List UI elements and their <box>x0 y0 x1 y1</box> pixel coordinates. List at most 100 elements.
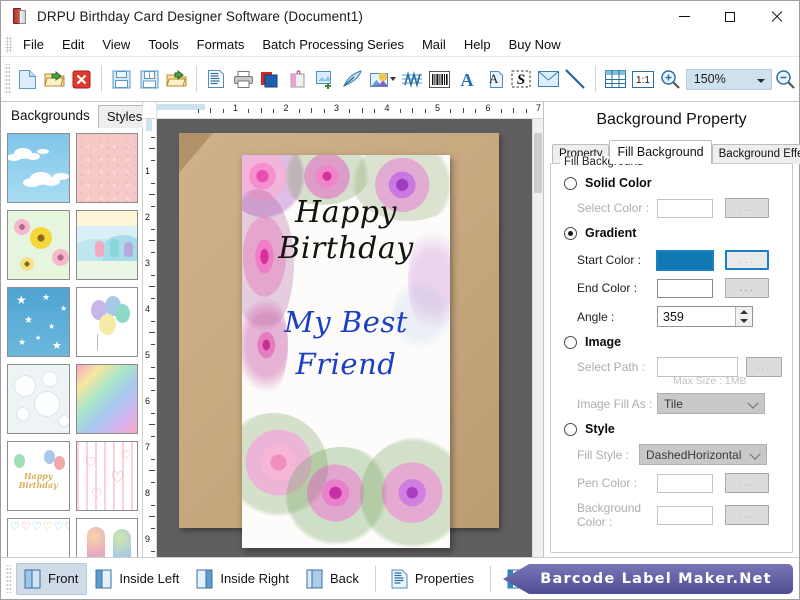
view-button-back[interactable]: Back <box>298 563 368 595</box>
text-button[interactable]: A <box>453 63 480 95</box>
zoom-in-button[interactable] <box>657 63 684 95</box>
tab-background-effects[interactable]: Background Effects <box>711 144 800 164</box>
scrollbar-thumb[interactable] <box>534 133 542 193</box>
fill-style-combobox[interactable]: DashedHorizontal <box>639 444 767 465</box>
menu-item-buy-now[interactable]: Buy Now <box>500 34 570 55</box>
main-body: Backgrounds Styles ★ ★ ★ ★ ★ ★ ★ ★ Happy… <box>1 102 800 557</box>
thumbnail-bubbles[interactable] <box>7 364 70 434</box>
greeting-card[interactable]: Happy Birthday My Best Friend <box>242 155 450 548</box>
save-as-button[interactable]: I <box>135 63 162 95</box>
menu-item-view[interactable]: View <box>93 34 139 55</box>
envelope-button[interactable] <box>535 63 562 95</box>
end-color-swatch[interactable] <box>657 278 713 298</box>
view-button-inside-right[interactable]: Inside Right <box>188 563 298 595</box>
signature-button[interactable] <box>398 63 425 95</box>
thumbnail-balloon-bunch[interactable] <box>75 518 138 557</box>
print-button[interactable] <box>230 63 257 95</box>
select-path-browse-button[interactable]: ... <box>746 357 782 377</box>
solid-color-option-row[interactable]: Solid Color <box>561 176 782 190</box>
minimize-button[interactable] <box>661 1 707 32</box>
tab-fill-background[interactable]: Fill Background <box>609 140 712 164</box>
view-button-front[interactable]: Front <box>16 562 88 595</box>
close-document-icon <box>72 70 91 89</box>
menu-item-batch-processing-series[interactable]: Batch Processing Series <box>253 34 413 55</box>
save-button[interactable] <box>108 63 135 95</box>
menu-item-formats[interactable]: Formats <box>188 34 254 55</box>
page-setup-button[interactable] <box>203 63 230 95</box>
picture-shape-button[interactable] <box>366 63 393 95</box>
grid-button[interactable] <box>602 63 629 95</box>
line-tool-button[interactable] <box>562 63 589 95</box>
image-radio[interactable] <box>564 335 577 349</box>
angle-decrement-button[interactable] <box>736 316 752 326</box>
thumbnail-stars[interactable]: ★ ★ ★ ★ ★ ★ ★ ★ <box>7 287 70 357</box>
background-color-swatch[interactable] <box>657 505 713 525</box>
style-option-row[interactable]: Style <box>561 422 782 436</box>
new-document-button[interactable] <box>14 63 41 95</box>
pen-color-swatch[interactable] <box>657 473 713 493</box>
select-path-input[interactable] <box>657 357 738 377</box>
card-stack-button[interactable] <box>257 63 284 95</box>
thumbnail-flowers[interactable] <box>7 210 70 280</box>
barcode-button[interactable] <box>426 63 453 95</box>
tab-backgrounds[interactable]: Backgrounds <box>5 104 96 128</box>
end-color-browse-button[interactable]: ... <box>725 278 769 298</box>
menu-item-edit[interactable]: Edit <box>53 34 93 55</box>
start-color-swatch[interactable] <box>656 249 714 271</box>
angle-value: 359 <box>663 309 684 324</box>
thumbnail-clouds[interactable] <box>7 133 70 203</box>
menu-item-tools[interactable]: Tools <box>139 34 187 55</box>
menu-drag-handle[interactable] <box>5 35 12 53</box>
ruler-label-vertical: 6 <box>145 396 151 406</box>
angle-spinner[interactable]: 359 <box>657 306 753 327</box>
thumbnail-balloons[interactable] <box>75 287 138 357</box>
start-color-browse-button[interactable]: ... <box>725 250 769 270</box>
gradient-option-row[interactable]: Gradient <box>561 226 782 240</box>
menu-item-help[interactable]: Help <box>455 34 500 55</box>
gift-box-button[interactable] <box>285 63 312 95</box>
style-radio[interactable] <box>564 422 577 436</box>
angle-label: Angle : <box>577 309 615 324</box>
zoom-out-button[interactable] <box>772 63 799 95</box>
toolbar-drag-handle[interactable] <box>4 64 11 94</box>
close-document-button[interactable] <box>68 63 95 95</box>
thumbnail-pink-texture[interactable] <box>75 133 138 203</box>
zoom-level-combobox[interactable]: 150% <box>685 68 772 90</box>
canvas-vertical-scrollbar[interactable] <box>532 119 543 557</box>
solid-color-radio[interactable] <box>564 176 577 190</box>
close-button[interactable] <box>753 1 799 32</box>
text-document-button[interactable]: A <box>480 63 507 95</box>
insert-image-button[interactable] <box>312 63 339 95</box>
pen-color-browse-button[interactable]: ... <box>725 473 769 493</box>
thumbnail-hearts-pattern[interactable]: ♡♡♡♡♡♡♡♡♡♡♡♡♡♡♡♡♡♡♡♡♡♡♡♡♡♡♡♡♡ <box>7 518 70 557</box>
text-icon: A <box>458 70 476 89</box>
background-color-browse-button[interactable]: ... <box>725 505 769 525</box>
image-option-row[interactable]: Image <box>561 335 782 349</box>
solid-color-browse-button[interactable]: ... <box>725 198 769 218</box>
open-folder-button[interactable] <box>41 63 68 95</box>
thumbnail-rainbow[interactable] <box>75 364 138 434</box>
menu-item-mail[interactable]: Mail <box>413 34 455 55</box>
image-fill-as-combobox[interactable]: Tile <box>657 393 765 414</box>
design-canvas[interactable]: Happy Birthday My Best Friend <box>157 119 532 557</box>
ruler-tick-vertical <box>149 470 155 471</box>
style-text-button[interactable]: S <box>507 63 534 95</box>
vertical-ruler[interactable]: 1 2 3 4 5 6 7 8 9 <box>143 119 157 557</box>
promo-banner[interactable]: Barcode Label Maker.Net <box>503 564 793 594</box>
horizontal-ruler-track[interactable]: 1 2 3 4 5 6 7 <box>157 102 543 118</box>
thumbnail-happy-birthday[interactable]: Happy Birthday <box>7 441 70 511</box>
thumbnail-scene[interactable] <box>75 210 138 280</box>
menu-item-file[interactable]: File <box>14 34 53 55</box>
solid-color-swatch[interactable] <box>657 198 713 218</box>
gradient-radio[interactable] <box>564 226 577 240</box>
angle-increment-button[interactable] <box>736 307 752 317</box>
actual-size-button[interactable]: 1:1 <box>629 63 656 95</box>
statusbar-drag-handle[interactable] <box>5 564 12 593</box>
thumbnail-hearts-stripes[interactable]: ♡ ♡ ♡ ♡ <box>75 441 138 511</box>
pen-tool-button[interactable] <box>339 63 366 95</box>
export-folder-button[interactable] <box>163 63 190 95</box>
maximize-button[interactable] <box>707 1 753 32</box>
properties-button[interactable]: Properties <box>383 563 483 595</box>
view-button-inside-left[interactable]: Inside Left <box>87 563 188 595</box>
angle-spinner-buttons[interactable] <box>735 307 752 326</box>
